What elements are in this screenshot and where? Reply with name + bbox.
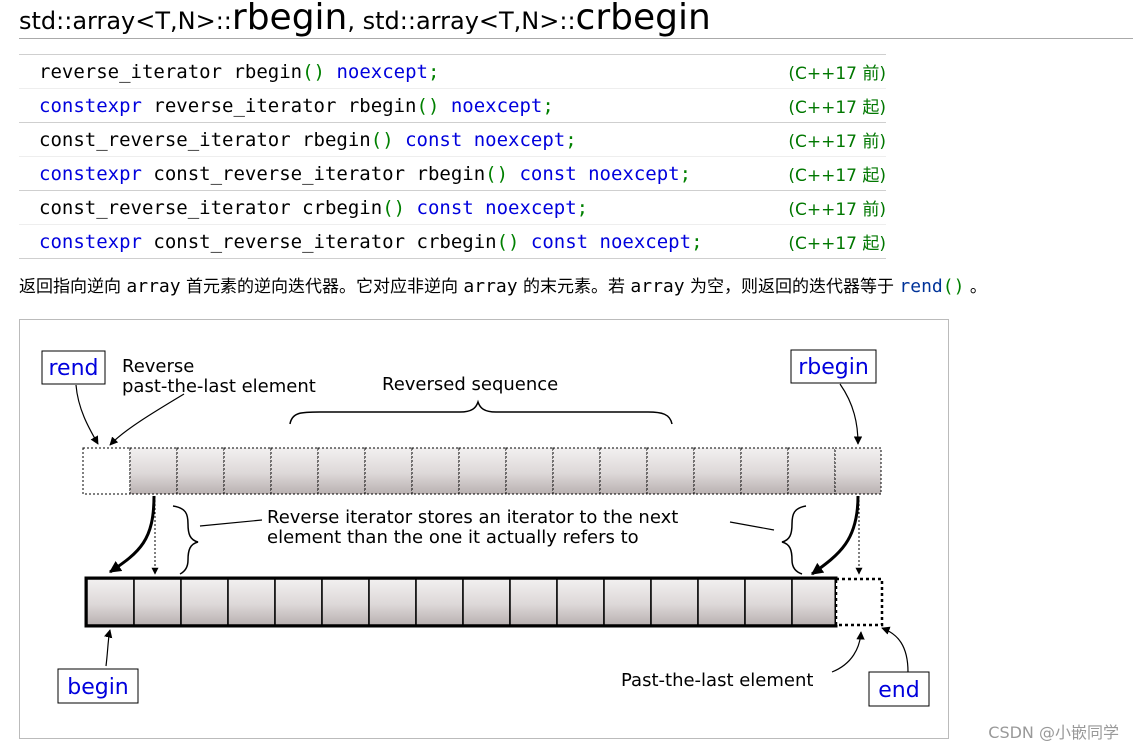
description-paragraph: 返回指向逆向 array 首元素的逆向迭代器。它对应非逆向 array 的末元素… xyxy=(19,276,987,297)
declaration-signature: constexpr reverse_iterator rbegin() noex… xyxy=(19,88,778,123)
iterator-diagram: rend Reverse past-the-last element Rever… xyxy=(19,319,949,739)
rend-note-line2: past-the-last element xyxy=(122,376,316,397)
left-brace-connector xyxy=(199,519,263,527)
declaration-row: const_reverse_iterator crbegin() const n… xyxy=(19,190,886,225)
declaration-signature: const_reverse_iterator crbegin() const n… xyxy=(19,190,778,225)
rend-label-box: rend xyxy=(41,350,106,385)
version-badge: (C++17 起) xyxy=(777,156,886,191)
begin-arrow xyxy=(104,629,113,667)
end-arrow xyxy=(881,626,909,673)
declaration-row: constexpr const_reverse_iterator crbegin… xyxy=(19,224,886,259)
reversed-cells xyxy=(129,447,882,495)
page-title: std::array<T,N>::rbegin, std::array<T,N>… xyxy=(19,0,711,39)
past-last-arrow xyxy=(831,631,865,673)
rbegin-label: rbegin xyxy=(798,355,869,380)
title-prefix-2: std::array<T,N>:: xyxy=(362,7,576,35)
watermark: CSDN @小嵌同学 xyxy=(988,723,1119,742)
title-rbegin: rbegin xyxy=(231,0,348,38)
title-crbegin: crbegin xyxy=(575,0,711,38)
rend-link[interactable]: rend() xyxy=(899,276,964,297)
version-badge: (C++17 前) xyxy=(777,122,886,157)
version-badge: (C++17 前) xyxy=(777,190,886,225)
title-prefix-1: std::array<T,N>:: xyxy=(19,7,232,35)
rbegin-arrow xyxy=(839,383,863,445)
title-divider xyxy=(19,38,1133,39)
forward-cells xyxy=(86,578,837,626)
version-badge: (C++17 前) xyxy=(777,54,886,89)
left-brace xyxy=(172,505,199,575)
title-separator: , xyxy=(347,7,363,35)
rend-to-begin-arrow xyxy=(109,495,156,574)
forward-sequence-row xyxy=(84,576,884,628)
end-label: end xyxy=(878,678,919,703)
reversed-sequence-row xyxy=(82,447,882,495)
version-badge: (C++17 起) xyxy=(777,88,886,123)
declaration-row: constexpr reverse_iterator rbegin() noex… xyxy=(19,88,886,123)
reversed-sequence-label: Reversed sequence xyxy=(382,374,558,395)
declaration-signature: constexpr const_reverse_iterator crbegin… xyxy=(19,224,778,259)
declaration-row: reverse_iterator rbegin() noexcept; (C++… xyxy=(19,54,886,89)
rend-label: rend xyxy=(48,356,98,381)
reversed-sequence-brace xyxy=(289,399,673,425)
rbegin-label-box: rbegin xyxy=(790,349,877,384)
middle-note-line1: Reverse iterator stores an iterator to t… xyxy=(267,507,678,528)
middle-note-line2: element than the one it actually refers … xyxy=(267,527,639,548)
rend-note-arrow xyxy=(109,393,185,446)
declaration-row: const_reverse_iterator rbegin() const no… xyxy=(19,122,886,157)
declaration-signature: reverse_iterator rbegin() noexcept; xyxy=(19,54,778,89)
declaration-signature: constexpr const_reverse_iterator rbegin(… xyxy=(19,156,778,191)
rend-arrow xyxy=(75,384,99,445)
version-badge: (C++17 起) xyxy=(777,224,886,259)
begin-label-box: begin xyxy=(57,668,139,704)
end-label-box: end xyxy=(868,671,930,707)
past-the-last-label: Past-the-last element xyxy=(621,670,813,691)
declaration-table: reverse_iterator rbegin() noexcept; (C++… xyxy=(19,54,886,259)
declaration-row: constexpr const_reverse_iterator rbegin(… xyxy=(19,156,886,191)
right-brace-connector xyxy=(729,521,775,531)
declaration-signature: const_reverse_iterator rbegin() const no… xyxy=(19,122,778,157)
past-the-last-cell xyxy=(834,577,884,627)
rend-note-line1: Reverse xyxy=(122,356,194,377)
rbegin-to-last-arrow xyxy=(811,495,860,576)
iterator-diagram-svg: rend Reverse past-the-last element Rever… xyxy=(41,349,930,707)
right-brace xyxy=(781,505,807,575)
reverse-past-last-cell xyxy=(82,447,131,495)
begin-label: begin xyxy=(67,675,129,700)
